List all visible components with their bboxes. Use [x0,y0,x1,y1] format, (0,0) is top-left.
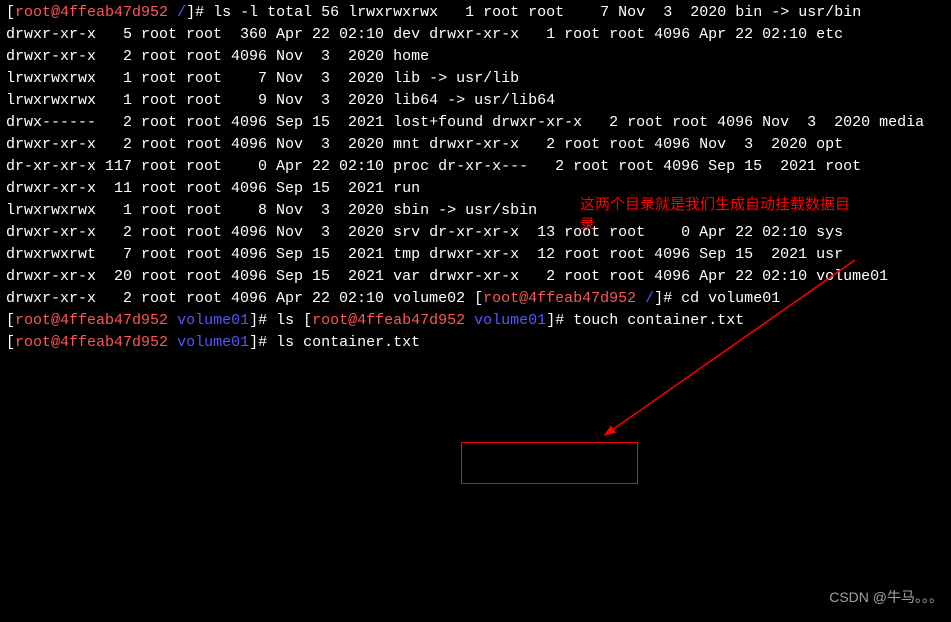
prompt-line[interactable]: [root@4ffeab47d952 volume01]# ls [6,312,294,329]
ls-row: drwxr-xr-x 2 root root 4096 Apr 22 02:10… [6,290,465,307]
ls-row: drwxr-xr-x 20 root root 4096 Sep 15 2021… [6,268,420,285]
prompt-line[interactable]: [root@4ffeab47d952 volume01]# ls [6,334,294,351]
ls-row: drwxr-xr-x 2 root root 4096 Nov 3 2020 h… [6,48,429,65]
output-file: container.txt [303,334,420,351]
ls-row: drwxr-xr-x 1 root root 4096 Apr 22 02:10… [429,26,843,43]
ls-row: drwxrwxrwt 7 root root 4096 Sep 15 2021 … [6,246,420,263]
ls-row: lrwxrwxrwx 1 root root 7 Nov 3 2020 bin … [348,4,861,21]
ls-row: drwxr-xr-x 11 root root 4096 Sep 15 2021… [6,180,420,197]
ls-row: lrwxrwxrwx 1 root root 9 Nov 3 2020 lib6… [6,92,555,109]
ls-row: drwx------ 2 root root 4096 Sep 15 2021 … [6,114,483,131]
watermark: CSDN @牛马。。。 [829,586,943,608]
ls-row: dr-xr-x--- 2 root root 4096 Sep 15 2021 … [438,158,861,175]
highlight-rectangle [461,442,638,484]
ls-row: lrwxrwxrwx 1 root root 8 Nov 3 2020 sbin… [6,202,537,219]
ls-row: drwxr-xr-x 12 root root 4096 Sep 15 2021… [429,246,843,263]
ls-row: drwxr-xr-x 2 root root 4096 Apr 22 02:10… [429,268,888,285]
prompt-line[interactable]: [root@4ffeab47d952 /]# ls -l [6,4,258,21]
ls-row: drwxr-xr-x 2 root root 4096 Nov 3 2020 o… [429,136,843,153]
ls-row: drwxr-xr-x 2 root root 4096 Nov 3 2020 s… [6,224,420,241]
ls-row: lrwxrwxrwx 1 root root 7 Nov 3 2020 lib … [6,70,519,87]
ls-row: drwxr-xr-x 5 root root 360 Apr 22 02:10 … [6,26,420,43]
ls-row: drwxr-xr-x 2 root root 4096 Nov 3 2020 m… [492,114,924,131]
annotation-text: 这两个目录就是我们生成自动挂载数据目 录 [580,195,850,235]
prompt-line[interactable]: [root@4ffeab47d952 volume01]# touch cont… [303,312,744,329]
ls-row: dr-xr-xr-x 117 root root 0 Apr 22 02:10 … [6,158,429,175]
total-line: total 56 [267,4,339,21]
terminal-output: [root@4ffeab47d952 /]# ls -l total 56 lr… [6,2,945,354]
ls-row: drwxr-xr-x 2 root root 4096 Nov 3 2020 m… [6,136,420,153]
prompt-line[interactable]: [root@4ffeab47d952 /]# cd volume01 [474,290,780,307]
